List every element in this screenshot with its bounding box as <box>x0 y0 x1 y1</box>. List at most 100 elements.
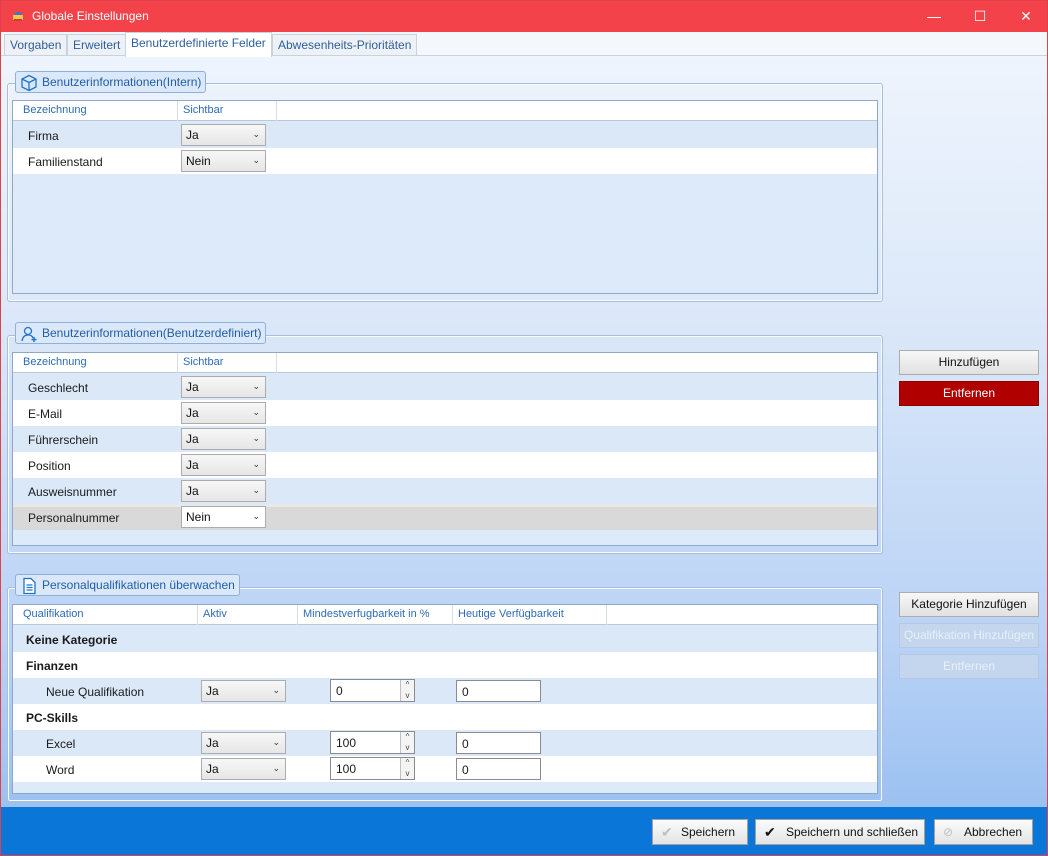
add-field-button[interactable]: Hinzufügen <box>899 350 1039 375</box>
tab-abwesenheits-prioritaeten[interactable]: Abwesenheits-Prioritäten <box>272 34 418 56</box>
active-select[interactable]: Ja ⌄ <box>201 680 286 702</box>
chevron-down-icon: ⌄ <box>252 433 260 443</box>
visible-select-value: Ja <box>186 406 199 420</box>
category-row[interactable]: Finanzen <box>13 652 877 678</box>
header-qualifikation: Qualifikation <box>23 608 84 620</box>
maximize-button[interactable]: ☐ <box>957 1 1003 32</box>
visible-select[interactable]: Ja ⌄ <box>181 124 266 146</box>
category-row[interactable]: Keine Kategorie <box>13 626 877 652</box>
minimize-button[interactable]: — <box>911 1 957 32</box>
header-separator <box>606 605 607 625</box>
grid-custom-header: Bezeichnung Sichtbar <box>13 353 877 373</box>
qualification-row[interactable]: Excel Ja ⌄ 100 ^ v 0 <box>13 730 877 756</box>
footer-bar: ✔ Speichern ✔ Speichern und schließen ⊘ … <box>1 807 1047 855</box>
visible-select[interactable]: Ja ⌄ <box>181 428 266 450</box>
header-aktiv: Aktiv <box>203 608 227 620</box>
document-icon <box>23 577 36 595</box>
table-row[interactable]: Geschlecht Ja ⌄ <box>13 374 877 400</box>
visible-select[interactable]: Ja ⌄ <box>181 402 266 424</box>
table-row[interactable]: Firma Ja ⌄ <box>13 122 877 148</box>
cancel-icon: ⊘ <box>943 825 954 839</box>
header-heutige-verfuegbarkeit: Heutige Verfügbarkeit <box>458 608 564 620</box>
active-select[interactable]: Ja ⌄ <box>201 732 286 754</box>
grid-intern-header: Bezeichnung Sichtbar <box>13 101 877 121</box>
chevron-down-icon[interactable]: v <box>401 769 414 779</box>
tab-erweitert[interactable]: Erweitert <box>67 34 127 56</box>
visible-select[interactable]: Ja ⌄ <box>181 480 266 502</box>
table-row[interactable]: Ausweisnummer Ja ⌄ <box>13 478 877 504</box>
chevron-down-icon: ⌄ <box>252 381 260 391</box>
header-separator <box>276 101 277 121</box>
table-row-selected[interactable]: Personalnummer Nein ⌄ <box>13 504 877 530</box>
row-label: Familienstand <box>28 155 103 169</box>
visible-select[interactable]: Ja ⌄ <box>181 454 266 476</box>
table-row[interactable]: Position Ja ⌄ <box>13 452 877 478</box>
header-mindestverfuegbarkeit: Mindestverfugbarkeit in % <box>303 608 430 620</box>
visible-select-value: Nein <box>186 510 211 524</box>
chevron-up-icon[interactable]: ^ <box>401 680 414 690</box>
today-availability-field[interactable]: 0 <box>456 732 541 754</box>
group-custom-title: Benutzerinformationen(Benutzerdefiniert) <box>42 326 262 340</box>
stepper-spin: ^ v <box>400 758 414 779</box>
chevron-down-icon[interactable]: v <box>401 743 414 753</box>
window-title: Globale Einstellungen <box>32 9 149 23</box>
min-availability-value: 0 <box>336 684 343 698</box>
header-separator <box>297 605 298 625</box>
min-availability-stepper[interactable]: 0 ^ v <box>330 679 415 702</box>
tab-benutzerdefinierte-felder[interactable]: Benutzerdefinierte Felder <box>125 32 272 57</box>
visible-select[interactable]: Nein ⌄ <box>181 150 266 172</box>
today-availability-field[interactable]: 0 <box>456 680 541 702</box>
remove-qualification-button[interactable]: Entfernen <box>899 654 1039 679</box>
stepper-spin: ^ v <box>400 680 414 701</box>
tab-bar: Vorgaben Erweitert Benutzerdefinierte Fe… <box>1 32 1047 57</box>
active-select-value: Ja <box>206 762 219 776</box>
cube-icon <box>21 74 37 92</box>
qualification-row[interactable]: Neue Qualifikation Ja ⌄ 0 ^ v 0 <box>13 678 877 704</box>
visible-select[interactable]: Nein ⌄ <box>181 506 266 528</box>
table-row[interactable]: E-Mail Ja ⌄ <box>13 400 877 426</box>
active-select[interactable]: Ja ⌄ <box>201 758 286 780</box>
chevron-up-icon[interactable]: ^ <box>401 732 414 742</box>
table-row[interactable]: Führerschein Ja ⌄ <box>13 426 877 452</box>
settings-window: Globale Einstellungen — ☐ ✕ Vorgaben Erw… <box>0 0 1048 856</box>
min-availability-stepper[interactable]: 100 ^ v <box>330 731 415 754</box>
grid-intern: Bezeichnung Sichtbar Firma Ja ⌄ Familiens… <box>12 100 878 294</box>
header-bezeichnung: Bezeichnung <box>23 356 87 368</box>
category-label: Finanzen <box>26 659 79 673</box>
checkmark-icon: ✔ <box>764 824 776 840</box>
visible-select[interactable]: Ja ⌄ <box>181 376 266 398</box>
save-button[interactable]: ✔ Speichern <box>652 819 748 845</box>
tab-vorgaben[interactable]: Vorgaben <box>4 34 68 56</box>
row-label: E-Mail <box>28 407 63 421</box>
table-row[interactable]: Familienstand Nein ⌄ <box>13 148 877 174</box>
grid-qualifications: Qualifikation Aktiv Mindestverfugbarkeit… <box>12 604 878 794</box>
group-intern-legend: Benutzerinformationen(Intern) <box>15 71 207 93</box>
today-availability-field[interactable]: 0 <box>456 758 541 780</box>
add-qualification-button[interactable]: Qualifikation Hinzufügen <box>899 623 1039 648</box>
group-qualifications-legend: Personalqualifikationen überwachen <box>15 574 240 596</box>
row-label: Position <box>28 459 71 473</box>
min-availability-value: 100 <box>336 736 357 750</box>
row-label: Führerschein <box>28 433 99 447</box>
visible-select-value: Ja <box>186 432 199 446</box>
app-icon <box>13 12 23 21</box>
chevron-down-icon: ⌄ <box>272 737 280 747</box>
save-close-button[interactable]: ✔ Speichern und schließen <box>755 819 925 845</box>
chevron-down-icon: ⌄ <box>272 763 280 773</box>
chevron-down-icon: ⌄ <box>252 155 260 165</box>
category-row[interactable]: PC-Skills <box>13 704 877 730</box>
qualification-name: Neue Qualifikation <box>46 685 145 699</box>
add-category-button[interactable]: Kategorie Hinzufügen <box>899 592 1039 617</box>
chevron-down-icon: ⌄ <box>252 459 260 469</box>
chevron-up-icon[interactable]: ^ <box>401 758 414 768</box>
user-add-icon <box>21 326 37 342</box>
header-sichtbar: Sichtbar <box>183 104 224 116</box>
checkmark-icon: ✔ <box>661 824 673 840</box>
close-button[interactable]: ✕ <box>1003 1 1047 32</box>
qualification-row[interactable]: Word Ja ⌄ 100 ^ v 0 <box>13 756 877 782</box>
remove-field-button[interactable]: Entfernen <box>899 381 1039 406</box>
cancel-button[interactable]: ⊘ Abbrechen <box>934 819 1033 845</box>
cancel-label: Abbrechen <box>964 825 1023 839</box>
chevron-down-icon[interactable]: v <box>401 691 414 701</box>
min-availability-stepper[interactable]: 100 ^ v <box>330 757 415 780</box>
